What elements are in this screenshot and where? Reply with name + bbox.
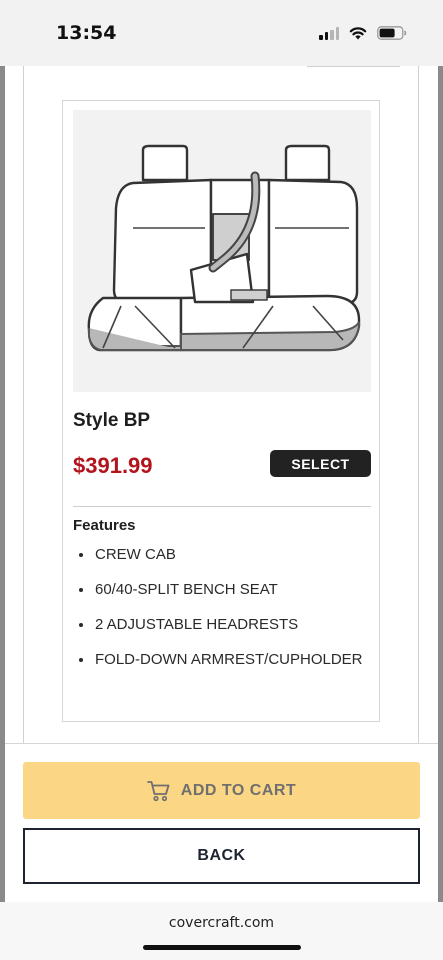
status-bar: 13:54 (0, 0, 443, 66)
battery-icon (377, 26, 407, 40)
select-button[interactable]: SELECT (270, 450, 371, 477)
home-indicator[interactable] (143, 945, 301, 950)
add-to-cart-button[interactable]: ADD TO CART (23, 762, 420, 819)
divider (73, 506, 371, 507)
features-heading: Features (73, 517, 136, 534)
seat-cover-image (73, 110, 371, 392)
style-title: Style BP (73, 410, 151, 431)
feature-item: CREW CAB (73, 543, 371, 567)
features-list: CREW CAB 60/40-SPLIT BENCH SEAT 2 ADJUST… (73, 543, 371, 683)
wifi-icon (349, 27, 367, 40)
style-card[interactable]: Style BP $391.99 SELECT Features CREW CA… (62, 100, 380, 722)
back-label: BACK (197, 847, 246, 864)
browser-address-bar[interactable]: covercraft.com (0, 902, 443, 960)
cart-icon (146, 780, 170, 801)
add-to-cart-label: ADD TO CART (180, 781, 297, 799)
url-text: covercraft.com (168, 915, 275, 931)
signal-icon (319, 26, 339, 40)
status-icons (319, 24, 407, 42)
action-bar: ADD TO CART BACK (5, 743, 438, 902)
status-time: 13:54 (56, 22, 117, 44)
modal-top-edge (307, 65, 400, 67)
feature-item: 2 ADJUSTABLE HEADRESTS (73, 613, 371, 637)
back-button[interactable]: BACK (23, 828, 420, 884)
page: Style BP $391.99 SELECT Features CREW CA… (5, 66, 438, 902)
feature-item: FOLD-DOWN ARMREST/CUPHOLDER (73, 648, 371, 672)
feature-item: 60/40-SPLIT BENCH SEAT (73, 578, 371, 602)
style-modal: Style BP $391.99 SELECT Features CREW CA… (23, 66, 419, 746)
price: $391.99 (73, 453, 153, 478)
